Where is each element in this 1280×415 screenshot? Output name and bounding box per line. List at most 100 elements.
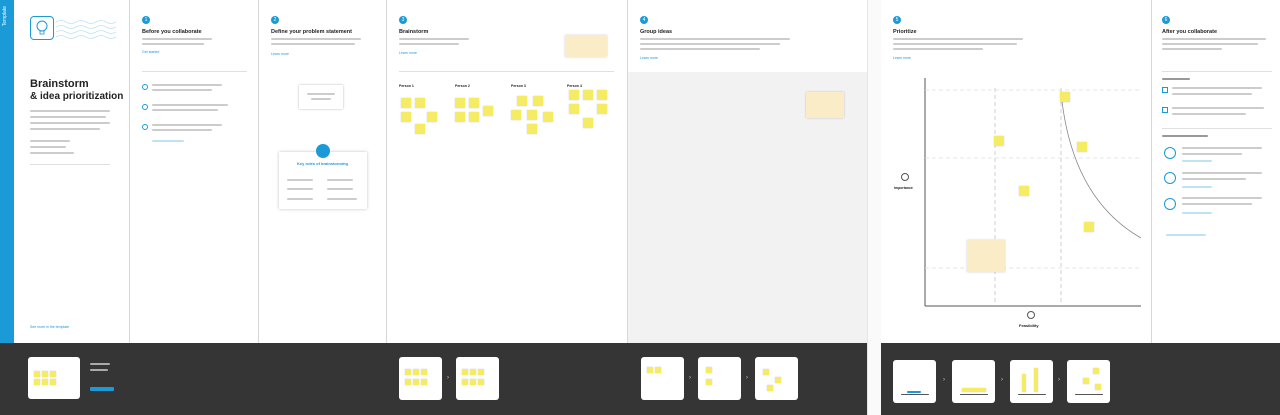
template-icon: [1164, 172, 1176, 184]
step-link[interactable]: Get started: [142, 50, 159, 54]
sticky-note[interactable]: [543, 112, 553, 122]
rule-line: [327, 198, 357, 200]
sticky-note[interactable]: [569, 90, 579, 100]
example-thumbnail: [755, 357, 798, 400]
arrow-icon: ›: [1058, 377, 1060, 383]
sticky-note: [42, 379, 48, 385]
sticky-note[interactable]: [401, 98, 411, 108]
sticky-note[interactable]: [469, 112, 479, 122]
sticky-note[interactable]: [1019, 186, 1029, 196]
sticky-note[interactable]: [455, 112, 465, 122]
rules-card-title: Key rules of brainstorming: [297, 161, 348, 166]
sticky-note: [42, 371, 48, 377]
step-text-line: [640, 48, 760, 50]
template-footer-link[interactable]: See more in the template: [30, 325, 69, 329]
step-link[interactable]: Learn more: [271, 52, 289, 56]
sticky-note[interactable]: [415, 124, 425, 134]
prioritization-grid: [924, 78, 1141, 307]
example-thumbnail: [698, 357, 741, 400]
sticky-note[interactable]: [994, 136, 1004, 146]
step-badge: 4: [640, 16, 648, 24]
sticky-note[interactable]: [527, 110, 537, 120]
sticky-note: [462, 369, 468, 375]
sticky-note[interactable]: [1060, 92, 1070, 102]
sticky-note[interactable]: [583, 118, 593, 128]
step-link[interactable]: Learn more: [893, 56, 911, 60]
thumb-axis: [960, 394, 988, 395]
sticky-note[interactable]: [1084, 222, 1094, 232]
rule-line: [327, 179, 353, 181]
rules-card-icon: [316, 144, 330, 158]
sticky-note: [405, 379, 411, 385]
template-link-line[interactable]: [1182, 186, 1212, 188]
example-thumbnail: [1067, 360, 1110, 403]
rule-line: [287, 188, 313, 190]
sticky-note[interactable]: [401, 112, 411, 122]
thumb-axis: [901, 394, 929, 395]
template-link-line[interactable]: [1182, 212, 1212, 214]
sticky-note: [470, 379, 476, 385]
feasibility-icon: [1027, 311, 1035, 319]
sticky-note[interactable]: [533, 96, 543, 106]
step-link[interactable]: Learn more: [399, 51, 417, 55]
step-text-line: [1172, 113, 1246, 115]
sticky-note[interactable]: [469, 98, 479, 108]
step-text-line: [1182, 178, 1246, 180]
sticky-note: [421, 379, 427, 385]
step-panel-3: 3 Brainstorm Learn more Person 1 Person …: [387, 0, 628, 343]
step-title: Brainstorm: [399, 29, 429, 35]
sticky-note[interactable]: [597, 104, 607, 114]
group-label: Person 4: [567, 84, 582, 88]
example-thumbnail: [952, 360, 995, 403]
sticky-note: [413, 379, 419, 385]
template-link-line[interactable]: [1182, 160, 1212, 162]
thumb-axis: [1075, 394, 1103, 395]
sticky-note[interactable]: [455, 98, 465, 108]
sticky-note[interactable]: [583, 90, 593, 100]
group-label: Person 3: [511, 84, 526, 88]
sticky-note[interactable]: [483, 106, 493, 116]
sticky-note[interactable]: [517, 96, 527, 106]
intro-text-line: [30, 128, 100, 130]
step-text-line: [1172, 87, 1262, 89]
step-text-line: [1182, 197, 1262, 199]
card-line: [311, 98, 331, 100]
arrow-icon: ›: [689, 375, 691, 381]
example-text-line: [90, 363, 110, 365]
example-text-line: [90, 369, 108, 371]
step-title: Before you collaborate: [142, 29, 202, 35]
sticky-note: [1095, 384, 1101, 390]
clock-icon: [142, 84, 148, 90]
step-link[interactable]: Learn more: [640, 56, 658, 60]
divider: [399, 71, 614, 72]
page-subtitle: & idea prioritization: [30, 91, 124, 102]
sticky-note[interactable]: [415, 98, 425, 108]
tip-note: [806, 92, 844, 118]
problem-statement-card: [299, 85, 343, 109]
share-template-link[interactable]: [1166, 234, 1206, 236]
x-axis-label: Feasibility: [1019, 323, 1039, 328]
sticky-note: [706, 379, 712, 385]
sticky-note[interactable]: [527, 124, 537, 134]
sticky-note[interactable]: [569, 104, 579, 114]
step-text-line: [640, 38, 790, 40]
sticky-note: [763, 369, 769, 375]
sticky-note[interactable]: [511, 110, 521, 120]
intro-meta-line: [30, 152, 74, 154]
step-text-line: [640, 43, 780, 45]
sticky-note[interactable]: [427, 112, 437, 122]
divider: [1162, 71, 1272, 72]
step-text-line: [142, 43, 204, 45]
sticky-note[interactable]: [597, 90, 607, 100]
sticky-note: [767, 385, 773, 391]
group-ideas-canvas: [628, 72, 867, 343]
sticky-note: [50, 379, 56, 385]
sticky-note[interactable]: [1077, 142, 1087, 152]
intro-panel: Template Brainstorm & idea prioritizatio…: [0, 0, 130, 343]
step-text-line: [893, 38, 1023, 40]
example-button[interactable]: [90, 387, 114, 391]
step-text-line: [1162, 43, 1258, 45]
step-link-line[interactable]: [152, 140, 184, 142]
step-text-line: [1162, 48, 1222, 50]
step-text-line: [152, 109, 218, 111]
